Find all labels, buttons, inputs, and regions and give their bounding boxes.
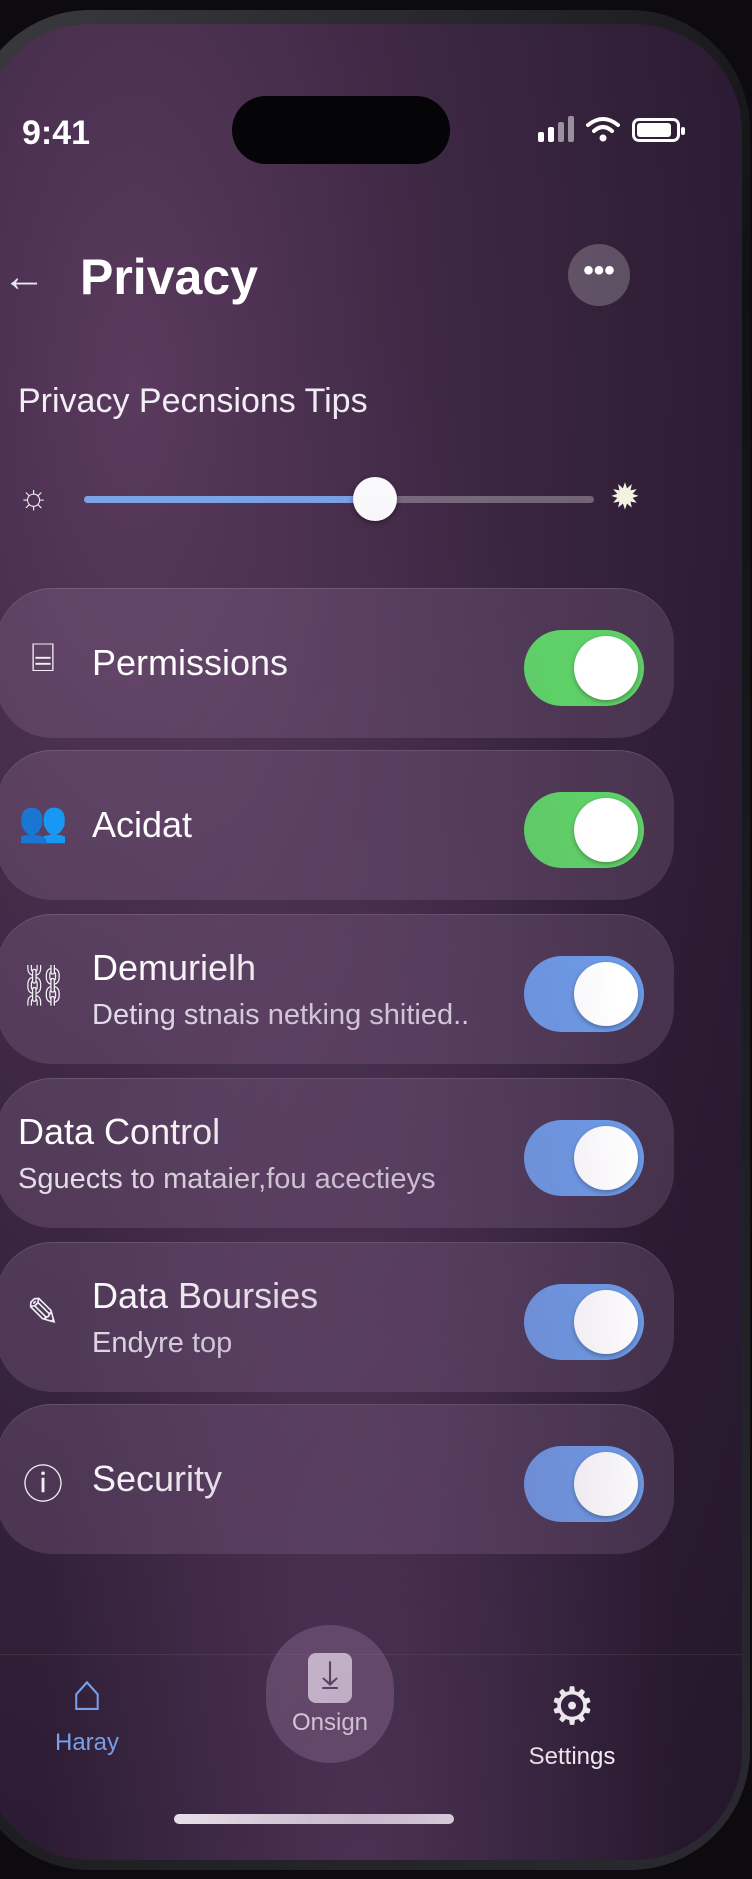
setting-description: Endyre top [92,1326,233,1359]
page-title: Privacy [80,249,258,305]
toggle-knob [574,636,638,700]
slider-track[interactable] [84,477,594,521]
tab-label: Onsign [291,1709,369,1736]
wifi-icon [586,117,620,142]
tag-icon: ⛓ [18,964,69,1008]
download-icon: ⤓ [308,1653,352,1703]
edit-note-icon: ✎ [26,1291,60,1335]
screen: 9:41 ← Privacy ••• Privacy Pecnsions Tip… [0,24,742,1860]
gear-icon: ⚙ [548,1678,596,1736]
setting-description: Deting stnais netking shitied.. [92,998,470,1031]
dynamic-island [232,96,450,164]
toggle-knob [574,1290,638,1354]
home-indicator[interactable] [174,1814,454,1824]
permissions-toggle[interactable] [524,630,644,706]
section-title: Privacy Pecnsions Tips [18,382,368,420]
back-button[interactable]: ← [2,252,46,302]
setting-security[interactable]: ⓘ Security [0,1404,674,1554]
tab-label: Settings [528,1743,616,1770]
toggle-knob [574,1452,638,1516]
tab-home[interactable]: ⌂ Haray [32,1663,142,1757]
people-icon: 👥 [18,800,68,844]
setting-data-control[interactable]: Data Control Sguects to mataier,fou acec… [0,1078,674,1228]
more-button[interactable]: ••• [568,244,630,306]
setting-acidat[interactable]: 👥 Acidat [0,750,674,900]
slider-fill [84,496,375,503]
permissions-icon: ⌸ [31,636,55,680]
status-icons [538,116,685,142]
slider-thumb[interactable] [352,477,397,521]
acidat-toggle[interactable] [524,792,644,868]
status-bar: 9:41 [0,96,742,174]
signal-icon [538,116,574,142]
setting-permissions[interactable]: ⌸ Permissions [0,588,674,738]
tab-settings[interactable]: ⚙ Settings [512,1677,632,1771]
toggle-knob [574,962,638,1026]
brightness-slider[interactable]: ☼ ✹ [0,470,742,530]
setting-label: Data Control [18,1110,221,1152]
setting-data-boursies[interactable]: ✎ Data Boursies Endyre top [0,1242,674,1392]
demurielh-toggle[interactable] [524,956,644,1032]
tab-onsign[interactable]: ⤓ Onsign [266,1625,394,1763]
battery-icon [632,118,685,142]
setting-label: Demurielh [92,946,257,988]
data-control-toggle[interactable] [524,1120,644,1196]
brightness-low-icon: ☼ [18,478,50,516]
status-time: 9:41 [22,114,91,152]
nav-header: ← Privacy ••• [0,244,742,314]
setting-label: Permissions [92,642,289,683]
setting-label: Acidat [92,804,193,845]
setting-label: Security [92,1458,223,1499]
brightness-high-icon: ✹ [609,476,640,517]
alert-circle-icon: ⓘ [23,1463,63,1507]
toggle-knob [574,798,638,862]
home-icon: ⌂ [71,1664,103,1722]
toggle-knob [574,1126,638,1190]
security-toggle[interactable] [524,1446,644,1522]
tab-bar: ⌂ Haray ⤓ Onsign ⚙ Settings [0,1625,742,1834]
data-boursies-toggle[interactable] [524,1284,644,1360]
setting-demurielh[interactable]: ⛓ Demurielh Deting stnais netking shitie… [0,914,674,1064]
setting-description: Sguects to mataier,fou acectieys [18,1162,436,1195]
setting-label: Data Boursies [92,1274,319,1316]
tab-label: Haray [54,1729,120,1756]
